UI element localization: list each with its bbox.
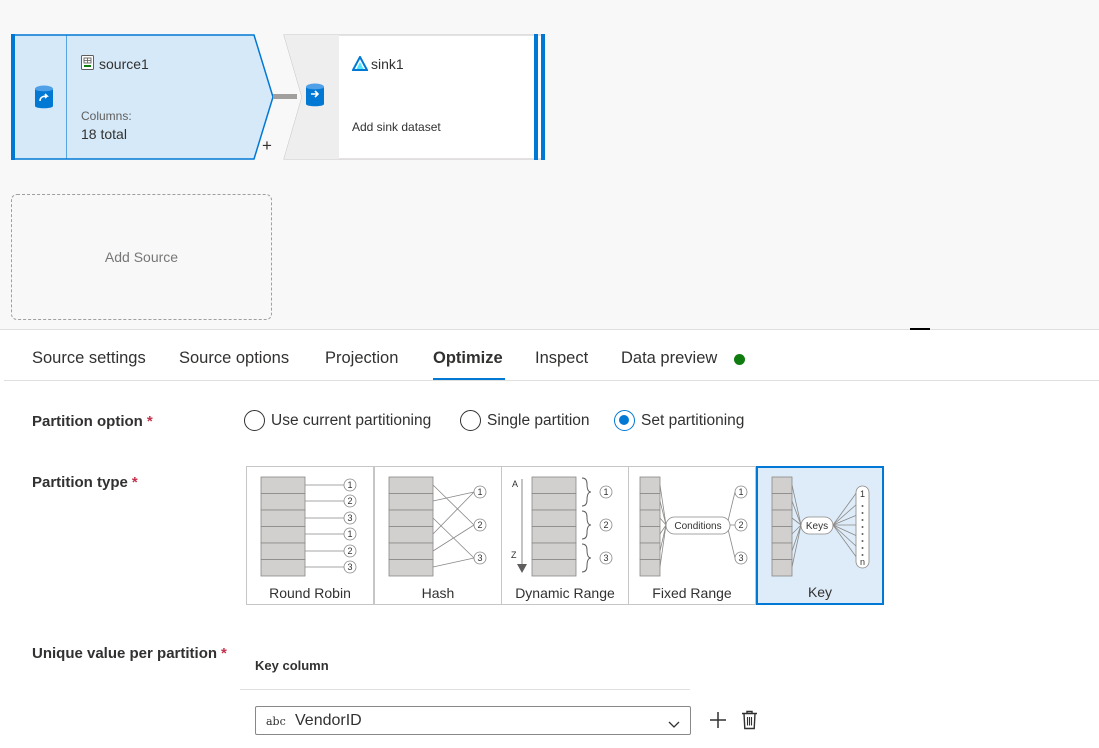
sink-node[interactable]: sink1 Add sink dataset [283,34,546,160]
key-column-header: Key column [255,658,329,673]
data-preview-status-dot [734,354,745,365]
rr-num: 2 [347,496,352,506]
hash-num: 3 [477,553,482,563]
dynamic-range-diagram: A Z 1 2 3 [511,476,613,577]
partition-type-hash[interactable]: 1 2 3 Hash [374,466,502,605]
round-robin-diagram: 1 2 3 1 2 3 [260,476,357,577]
partition-type-label-fixed-range: Fixed Range [652,585,732,601]
dr-letter: A [512,479,518,489]
radio-single-partition[interactable]: Single partition [460,410,590,431]
dr-num: 1 [603,487,608,497]
source-node-title: source1 [99,56,149,72]
source-node[interactable]: source1 Columns: 18 total [11,34,281,160]
radio-set-partitioning[interactable]: Set partitioning [614,410,744,431]
sink-node-title: sink1 [371,56,404,72]
required-marker: * [146,413,153,430]
key-label: Keys [806,521,828,532]
hash-num: 1 [477,487,482,497]
tab-source-options[interactable]: Source options [179,349,289,368]
hash-num: 2 [477,520,482,530]
partition-type-label-key: Key [807,584,833,600]
dr-num: 2 [603,520,608,530]
key-num: n [860,557,865,567]
key-num: 1 [860,489,865,499]
rr-num: 1 [347,529,352,539]
fr-num: 3 [738,553,743,563]
dr-num: 3 [603,553,608,563]
rr-num: 2 [347,546,352,556]
plus-icon[interactable] [709,711,727,734]
fr-num: 2 [738,520,743,530]
add-source-button[interactable]: Add Source [11,194,272,320]
partition-type-label-dynamic-range: Dynamic Range [515,585,615,601]
rr-num: 1 [347,480,352,490]
partition-type-round-robin[interactable]: 1 2 3 1 2 3 Round Robin [246,466,374,605]
trash-icon[interactable] [741,710,758,735]
tab-source-settings[interactable]: Source settings [32,349,146,368]
add-transformation-button[interactable]: + [262,137,272,154]
partition-type-fixed-range[interactable]: Conditions 1 2 3 Fixed Range [628,466,756,605]
radio-circle[interactable] [244,410,265,431]
partition-type-label-round-robin: Round Robin [269,585,351,601]
key-column-divider [240,689,690,690]
required-marker: * [221,645,227,662]
settings-tabs: Source settings Source options Projectio… [4,331,1099,381]
partition-type-label: Partition type * [32,474,138,491]
chevron-down-icon[interactable] [668,716,680,734]
fr-num: 1 [738,487,743,497]
unique-value-label: Unique value per partition * [32,645,227,662]
dr-letter: Z [511,550,517,560]
partition-type-key[interactable]: Keys 1 n Key [756,466,884,605]
active-tab-underline [433,378,505,380]
sink-node-subtitle: Add sink dataset [352,120,441,134]
tab-data-preview[interactable]: Data preview [621,349,717,368]
dataflow-canvas[interactable]: source1 Columns: 18 total + sink1 Add si… [0,0,1099,330]
hash-diagram: 1 2 3 [388,476,487,577]
column-type-tag: abc [266,715,286,728]
key-column-value: VendorID [295,712,362,729]
source-columns-value: 18 total [81,126,127,142]
fixed-range-conditions: Conditions [674,521,721,532]
radio-use-current-partitioning[interactable]: Use current partitioning [244,410,431,431]
partition-type-dynamic-range[interactable]: A Z 1 2 3 Dynamic Range [501,466,629,605]
radio-circle[interactable] [460,410,481,431]
key-diagram: Keys 1 n [771,476,870,577]
tab-optimize[interactable]: Optimize [433,349,503,368]
rr-num: 3 [347,562,352,572]
add-source-label: Add Source [104,249,179,265]
key-column-select[interactable]: abc VendorID [255,706,691,735]
partition-type-label-hash: Hash [421,585,455,601]
fixed-range-diagram: Conditions 1 2 3 [639,476,748,577]
source-columns-label: Columns: [81,109,132,123]
rr-num: 3 [347,513,352,523]
tab-projection[interactable]: Projection [325,349,398,368]
tab-inspect[interactable]: Inspect [535,349,588,368]
panel-minimize-handle[interactable] [910,328,930,330]
required-marker: * [131,474,138,491]
radio-circle[interactable] [614,410,635,431]
partition-option-label: Partition option * [32,413,153,430]
